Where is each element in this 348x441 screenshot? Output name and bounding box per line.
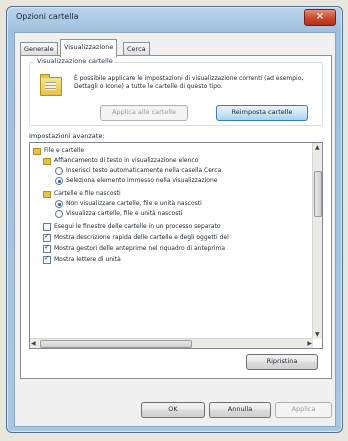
folder-views-group: Visualizzazione cartelle È possibile app… [29, 57, 323, 126]
reset-folders-button[interactable]: Reimposta cartelle [216, 105, 308, 121]
cancel-button[interactable]: Annulla [209, 402, 271, 418]
checkbox-icon[interactable] [43, 223, 51, 231]
checkbox-icon[interactable] [43, 254, 51, 264]
folder-views-description: È possibile applicare le impostazioni di… [74, 75, 304, 90]
apply-to-folders-button[interactable]: Applica alle cartelle [100, 105, 188, 121]
view-tab-panel: Visualizzazione cartelle È possibile app… [20, 55, 332, 379]
close-button[interactable]: × [304, 9, 336, 26]
horizontal-scroll-thumb[interactable] [40, 340, 192, 348]
radio-icon[interactable] [55, 167, 63, 175]
scroll-up-icon[interactable]: ▲ [315, 144, 320, 151]
advanced-settings-tree[interactable]: File e cartelle Affiancamento di testo i… [29, 142, 323, 349]
vertical-scrollbar[interactable]: ▲ ▼ [312, 143, 322, 339]
restore-defaults-button[interactable]: Ripristina [246, 354, 318, 370]
radio-icon[interactable] [55, 177, 63, 185]
folder-icon [43, 158, 51, 165]
folder-icon [40, 74, 62, 96]
scroll-left-icon[interactable]: ◀ [31, 340, 36, 347]
dialog-client: Generale Visualizzazione Cerca Visualizz… [14, 32, 336, 427]
checkbox-icon[interactable] [43, 232, 51, 242]
tab-search[interactable]: Cerca [123, 42, 150, 56]
title-bar[interactable]: Opzioni cartella × [7, 7, 342, 29]
advanced-settings-label: Impostazioni avanzate: [29, 132, 105, 140]
vertical-scroll-thumb[interactable] [314, 171, 322, 217]
checkbox-icon[interactable] [43, 243, 51, 253]
horizontal-scrollbar[interactable]: ◀ ▶ [30, 338, 313, 348]
apply-button[interactable]: Applica [275, 402, 332, 418]
folder-views-label: Visualizzazione cartelle [35, 57, 115, 65]
radio-icon[interactable] [55, 200, 63, 208]
scroll-right-icon[interactable]: ▶ [307, 340, 312, 347]
radio-icon[interactable] [55, 210, 63, 218]
folder-icon [33, 148, 41, 155]
folder-options-window: Opzioni cartella × Generale Visualizzazi… [6, 6, 343, 433]
window-title: Opzioni cartella [16, 12, 79, 21]
ok-button[interactable]: OK [141, 402, 205, 418]
folder-icon [43, 191, 51, 198]
tab-view[interactable]: Visualizzazione [60, 39, 118, 57]
tab-general[interactable]: Generale [20, 42, 58, 56]
scroll-down-icon[interactable]: ▼ [315, 331, 320, 338]
